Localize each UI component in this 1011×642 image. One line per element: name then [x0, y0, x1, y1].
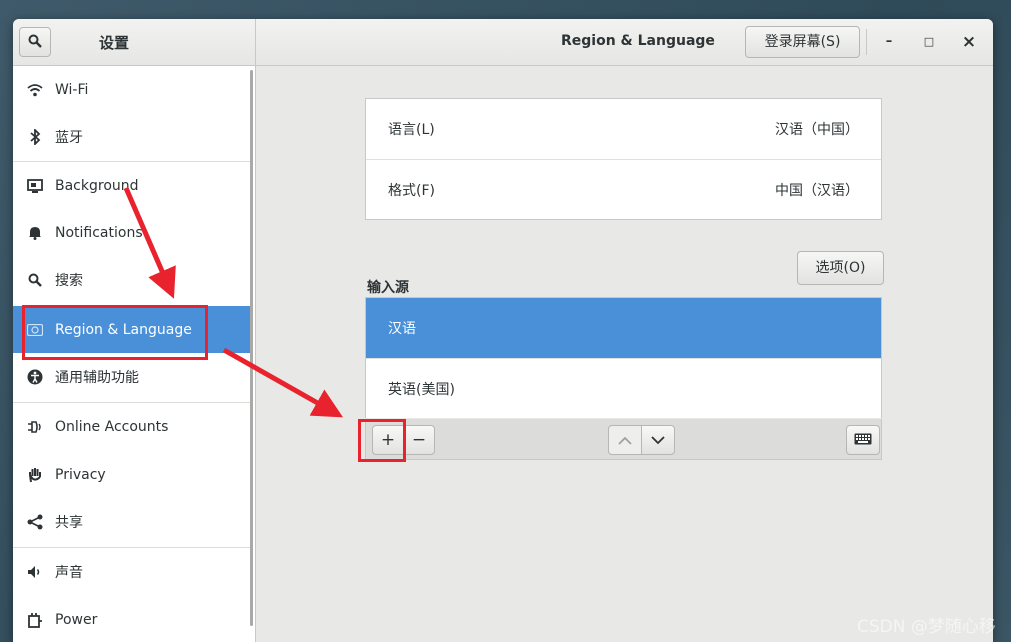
arrow-to-region: [123, 187, 176, 299]
annotation-arrows: [123, 187, 344, 418]
arrow-to-add: [222, 347, 344, 418]
watermark: CSDN @梦随心移: [857, 617, 996, 637]
